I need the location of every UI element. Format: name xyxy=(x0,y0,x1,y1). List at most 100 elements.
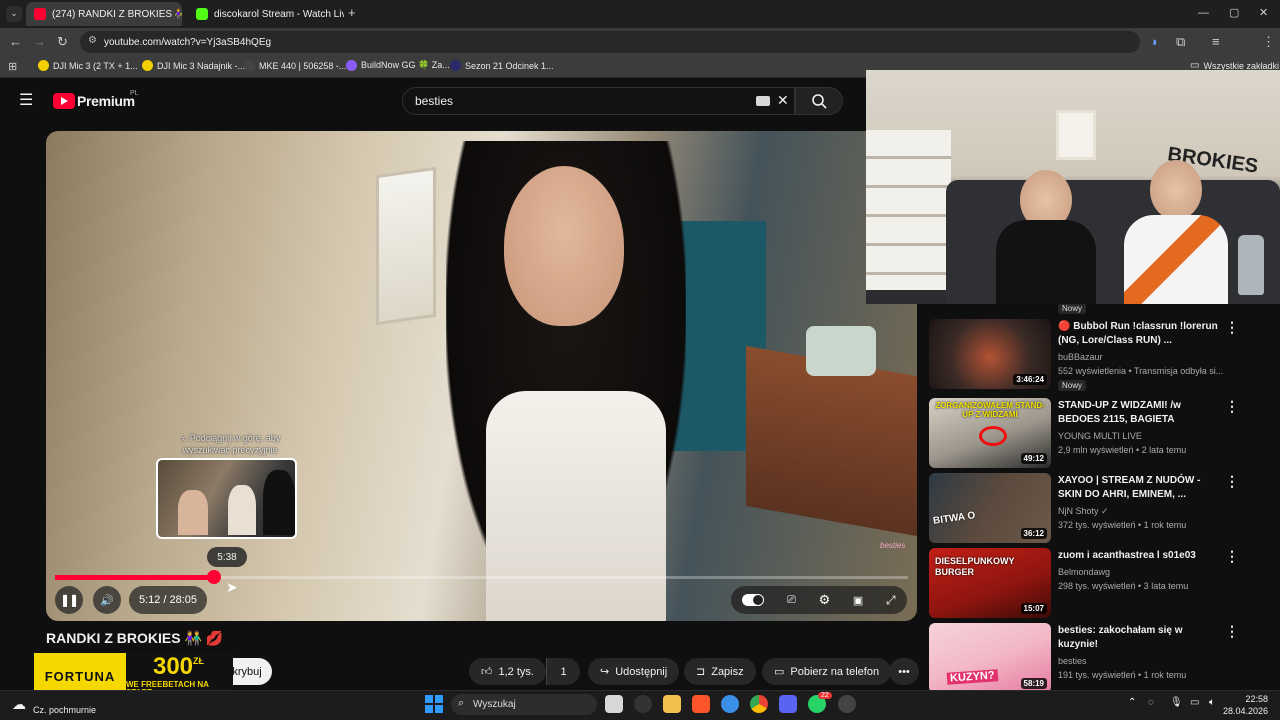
bookmark-item[interactable]: DJI Mic 3 Nadajnik -... xyxy=(142,60,245,71)
progress-scrubber[interactable] xyxy=(206,570,221,584)
start-button[interactable] xyxy=(425,695,443,713)
more-options-icon[interactable]: ⋮ xyxy=(1225,320,1239,334)
discord-icon[interactable] xyxy=(779,695,797,713)
taskbar-search[interactable]: ⌕ Wyszukaj xyxy=(451,694,597,715)
minimize-button[interactable]: — xyxy=(1198,6,1209,20)
bookmark-item[interactable]: Sezon 21 Odcinek 1... xyxy=(450,60,554,71)
player-right-controls: ⎚ ⚙ ▣ ⤢ xyxy=(731,586,907,614)
kick-favicon-icon xyxy=(196,8,208,20)
chrome-icon[interactable] xyxy=(750,695,768,713)
new-tab-button[interactable]: + xyxy=(348,6,356,20)
youtube-logo-icon[interactable] xyxy=(53,93,75,109)
video-title[interactable]: zuom i acanthastrea l s01e03 xyxy=(1058,549,1218,563)
save-button[interactable]: ⊐ Zapisz xyxy=(684,658,756,685)
speaker-icon[interactable]: 🔈︎ xyxy=(1209,697,1215,708)
pause-button[interactable]: ❚❚ xyxy=(55,586,83,614)
video-title[interactable]: XAYOO | STREAM Z NUDÓW - SKIN DO AHRI, E… xyxy=(1058,474,1218,502)
task-view-icon[interactable] xyxy=(605,695,623,713)
weather-icon[interactable]: ☁ xyxy=(12,696,26,713)
extensions-puzzle-icon[interactable]: ⧉ xyxy=(1176,35,1185,49)
video-thumbnail[interactable]: DIESELPUNKOWY BURGER 15:07 xyxy=(929,548,1051,618)
reading-list-icon[interactable]: ≡ xyxy=(1212,35,1220,49)
tray-chevron-icon[interactable]: ⌃ xyxy=(1128,697,1136,708)
search-button[interactable] xyxy=(795,87,843,115)
like-button[interactable]: 👍︎ 1,2 tys. xyxy=(469,658,546,685)
miniplayer-icon[interactable]: ▣ xyxy=(853,594,863,607)
tab-search-icon[interactable]: ⌄ xyxy=(6,6,22,22)
share-button[interactable]: ↪ Udostępnij xyxy=(588,658,680,685)
video-thumbnail[interactable]: ZORGANIZOWAŁEM STAND-UP Z WIDZAMI 49:12 xyxy=(929,398,1051,468)
address-bar[interactable]: ⚙ youtube.com/watch?v=Yj3aSB4hQEg xyxy=(80,31,1140,53)
apps-grid-icon[interactable]: ⊞ xyxy=(8,60,17,73)
site-info-icon[interactable]: ⚙ xyxy=(88,35,97,46)
more-options-icon[interactable]: ⋮ xyxy=(1225,624,1239,638)
channel-name[interactable]: YOUNG MULTI LIVE xyxy=(1058,431,1142,441)
stream-webcam-overlay: BROKIES xyxy=(866,70,1280,304)
video-thumbnail[interactable]: BITWA O 36:12 xyxy=(929,473,1051,543)
weather-text[interactable]: Cz. pochmurnie xyxy=(33,705,96,715)
settings-gear-icon[interactable]: ⚙ xyxy=(819,592,831,608)
extension-icon[interactable]: ◗ xyxy=(1151,35,1159,49)
app-icon[interactable] xyxy=(721,695,739,713)
hamburger-menu-icon[interactable]: ☰ xyxy=(19,93,33,109)
list-item[interactable]: KUZYN? 58:19 besties: zakochałam się w k… xyxy=(929,623,1269,690)
dislike-button[interactable]: 1 xyxy=(546,658,580,685)
seek-preview-thumbnail xyxy=(156,458,297,539)
badge-new: Nowy xyxy=(1058,304,1087,314)
app-icon[interactable] xyxy=(634,695,652,713)
clock-date[interactable]: 28.04.2026 xyxy=(1222,706,1268,716)
thumbnail-text: BITWA O xyxy=(932,510,976,527)
video-thumbnail[interactable]: KUZYN? 58:19 xyxy=(929,623,1051,690)
brave-browser-icon[interactable] xyxy=(692,695,710,713)
youtube-favicon-icon xyxy=(34,8,46,20)
more-actions-button[interactable]: ••• xyxy=(889,658,919,685)
channel-name[interactable]: NjN Shoty ✓ xyxy=(1058,506,1109,517)
clear-search-icon[interactable]: ✕ xyxy=(777,92,789,109)
video-thumbnail[interactable]: 3:46:24 xyxy=(929,319,1051,389)
reload-icon[interactable]: ↻ xyxy=(57,35,68,49)
tray-app-icon[interactable]: ◌ xyxy=(1148,697,1154,708)
region-label: PL xyxy=(130,90,139,97)
list-item[interactable]: BITWA O 36:12 XAYOO | STREAM Z NUDÓW - S… xyxy=(929,473,1269,545)
channel-name[interactable]: besties xyxy=(1058,656,1087,666)
search-input[interactable]: besties ✕ xyxy=(402,87,795,115)
media-player-icon[interactable] xyxy=(838,695,856,713)
volume-button[interactable]: 🔊 xyxy=(93,586,121,614)
bookmark-item[interactable]: MKE 440 | 506258 -... xyxy=(244,60,346,71)
maximize-button[interactable]: ▢ xyxy=(1229,6,1239,20)
more-options-icon[interactable]: ⋮ xyxy=(1225,474,1239,488)
network-icon[interactable]: ▭ xyxy=(1190,697,1199,708)
channel-name[interactable]: Belmondawg xyxy=(1058,567,1110,577)
premium-logo-text[interactable]: Premium xyxy=(77,93,135,109)
clock-time[interactable]: 22:58 xyxy=(1228,694,1268,704)
video-title[interactable]: STAND-UP Z WIDZAMI! /w BEDOES 2115, BAGI… xyxy=(1058,399,1218,427)
bookmark-item[interactable]: DJI Mic 3 (2 TX + 1... xyxy=(38,60,138,71)
video-player[interactable]: besties xyxy=(46,131,917,621)
microphone-icon[interactable]: 🎙︎ xyxy=(1170,697,1183,708)
keyboard-icon[interactable] xyxy=(756,96,770,106)
tab-kick[interactable]: discokarol Stream - Watch Live ✕ xyxy=(188,2,344,26)
video-meta: 2,9 mln wyświetleń • 2 lata temu xyxy=(1058,445,1187,455)
more-options-icon[interactable]: ⋮ xyxy=(1225,399,1239,413)
list-item[interactable]: ZORGANIZOWAŁEM STAND-UP Z WIDZAMI 49:12 … xyxy=(929,398,1269,470)
search-query-text: besties xyxy=(415,94,454,108)
tab-title: discokarol Stream - Watch Live xyxy=(214,8,344,20)
video-title[interactable]: 🔴 Bubbol Run !classrun !lorerun (NG, Lor… xyxy=(1058,320,1218,348)
back-icon[interactable]: ← xyxy=(9,35,22,49)
autoplay-toggle[interactable] xyxy=(742,594,765,606)
bookmark-favicon-icon xyxy=(38,60,49,71)
file-explorer-icon[interactable] xyxy=(663,695,681,713)
fullscreen-icon[interactable]: ⤢ xyxy=(886,593,896,608)
bookmark-item[interactable]: BuildNow GG 🍀 Za... xyxy=(346,60,450,71)
close-window-button[interactable]: ✕ xyxy=(1259,6,1268,20)
tab-youtube[interactable]: (274) RANDKI Z BROKIES 👫 🔊 ✕ xyxy=(26,2,182,26)
list-item[interactable]: DIESELPUNKOWY BURGER 15:07 zuom i acanth… xyxy=(929,548,1269,620)
video-title[interactable]: besties: zakochałam się w kuzynie! xyxy=(1058,624,1218,652)
list-item[interactable]: 3:46:24 🔴 Bubbol Run !classrun !lorerun … xyxy=(929,319,1269,391)
download-to-phone-button[interactable]: ▭ Pobierz na telefon xyxy=(762,658,892,685)
menu-icon[interactable]: ⋮ xyxy=(1262,35,1275,49)
subtitles-icon[interactable]: ⎚ xyxy=(787,594,796,607)
more-options-icon[interactable]: ⋮ xyxy=(1225,549,1239,563)
forward-icon[interactable]: → xyxy=(33,35,46,49)
channel-name[interactable]: buBBazaur xyxy=(1058,352,1103,362)
